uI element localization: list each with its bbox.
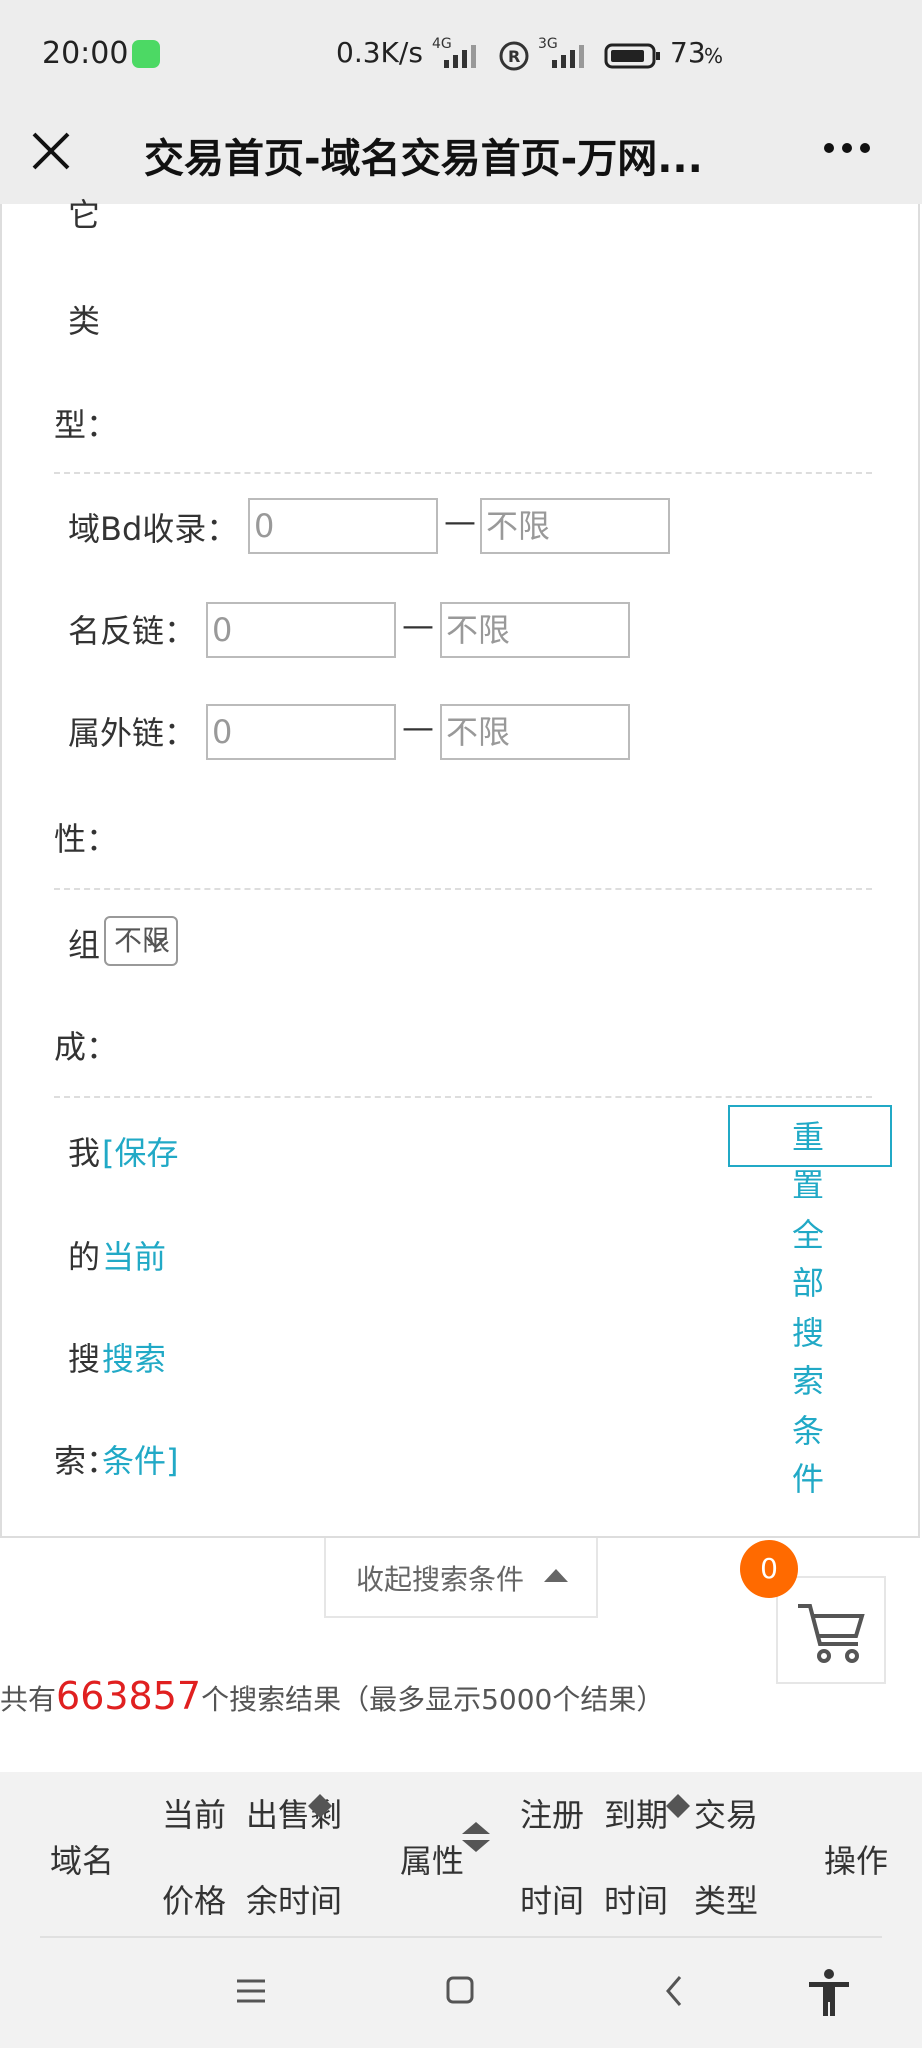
save-search-link[interactable]: 条件] (102, 1436, 179, 1482)
bd-index-min-input[interactable]: 0 (248, 498, 438, 554)
cart-button[interactable] (776, 1576, 886, 1684)
divider (54, 472, 872, 474)
column-attributes: 属性 (400, 1842, 465, 1880)
collapse-search-label: 收起搜索条件 (356, 1563, 525, 1596)
status-time: 20:00 (42, 36, 129, 71)
reset-button-char[interactable]: 全 (792, 1210, 824, 1256)
signal-2-icon (552, 45, 584, 68)
reset-button-char[interactable]: 置 (792, 1160, 824, 1206)
backlink-min-input[interactable]: 0 (206, 602, 396, 658)
battery-icon (604, 43, 660, 69)
caret-up-icon (544, 1569, 568, 1582)
range-separator: — (402, 606, 434, 644)
column-trade-type: 类型 (694, 1882, 759, 1920)
column-price[interactable]: 当前 (162, 1790, 226, 1836)
battery-level: 73 (670, 36, 706, 69)
column-domain: 域名 (50, 1842, 115, 1880)
composition-label-1: 组 (68, 926, 101, 964)
network-speed: 0.3K/s (336, 36, 423, 69)
composition-label-2: 成： (54, 1028, 119, 1066)
battery-unit: % (704, 44, 724, 68)
column-registration-time[interactable]: 注册 (520, 1790, 584, 1836)
reset-button-char[interactable]: 件 (792, 1454, 824, 1500)
reset-button-char[interactable]: 重 (792, 1112, 824, 1158)
external-link-min-input[interactable]: 0 (206, 704, 396, 760)
reset-button-char[interactable]: 部 (792, 1258, 824, 1304)
backlink-label: 名反链： (68, 612, 197, 650)
accessibility-icon[interactable] (806, 1968, 852, 2018)
page-title: 交易首页-域名交易首页-万网... (144, 136, 703, 182)
system-nav-bar (0, 1938, 922, 2048)
chevron-down-icon (145, 936, 167, 949)
sort-icon[interactable] (664, 1792, 692, 1820)
other-type-label-line2: 类 (68, 302, 101, 340)
my-search-label: 的 (68, 1238, 101, 1276)
attribute-label-end: 性： (54, 820, 119, 858)
search-filter-panel: 它 类 型： 域Bd收录： 0 — 不限 名反链： 0 — 不限 属外链： 0 … (0, 196, 920, 1538)
other-type-label-line3: 型： (54, 406, 119, 444)
home-icon[interactable] (446, 1976, 474, 2004)
column-expiry-time[interactable]: 时间 (604, 1876, 668, 1922)
status-bar: 20:00 0.3K/s 4G R 3G 73 % (0, 0, 922, 108)
column-expiry-time[interactable]: 到期 (604, 1790, 668, 1836)
my-search-label: 我 (68, 1134, 101, 1172)
sort-icon[interactable] (306, 1792, 334, 1820)
cart-icon (798, 1604, 865, 1663)
reset-button-char[interactable]: 条 (792, 1406, 824, 1452)
cart-count-badge: 0 (740, 1540, 798, 1598)
divider (54, 888, 872, 890)
range-separator: — (444, 502, 476, 540)
results-table-header: 域名 当前 价格 出售剩 余时间 属性 注册 时间 到期 时间 交易 类型 操作 (0, 1772, 922, 1938)
signal-1-icon (444, 45, 476, 68)
title-bar: 交易首页-域名交易首页-万网... (0, 108, 922, 204)
more-icon[interactable] (822, 138, 872, 158)
result-count: 663857 (56, 1674, 202, 1718)
roaming-icon: R (499, 41, 529, 71)
column-registration-time[interactable]: 时间 (520, 1876, 584, 1922)
divider (54, 1096, 872, 1098)
result-suffix: 个搜索结果（最多显示5000个结果） (201, 1683, 665, 1716)
svg-text:R: R (508, 47, 520, 66)
wechat-notification-icon (132, 40, 160, 68)
bd-index-max-input[interactable]: 不限 (480, 498, 670, 554)
bd-index-label: 域Bd收录： (68, 510, 239, 548)
collapse-search-button[interactable]: 收起搜索条件 (324, 1538, 598, 1618)
result-summary: 共有663857个搜索结果（最多显示5000个结果） (0, 1674, 664, 1718)
backlink-max-input[interactable]: 不限 (440, 602, 630, 658)
sort-icon[interactable] (460, 1820, 492, 1856)
my-search-label: 搜 (68, 1340, 101, 1378)
reset-button-char[interactable]: 索 (792, 1356, 824, 1402)
range-separator: — (402, 708, 434, 746)
menu-icon[interactable] (236, 1978, 266, 2004)
external-link-max-input[interactable]: 不限 (440, 704, 630, 760)
column-action: 操作 (824, 1842, 889, 1880)
other-type-label-line1: 它 (68, 196, 101, 234)
column-remaining-time[interactable]: 余时间 (246, 1876, 342, 1922)
close-icon[interactable] (30, 130, 74, 174)
result-prefix: 共有 (0, 1683, 57, 1716)
reset-button-char[interactable]: 搜 (792, 1308, 824, 1354)
save-search-link[interactable]: [保存 (102, 1128, 179, 1174)
save-search-link[interactable]: 搜索 (102, 1334, 166, 1380)
column-trade-type: 交易 (694, 1796, 759, 1834)
column-price[interactable]: 价格 (162, 1876, 226, 1922)
save-search-link[interactable]: 当前 (102, 1232, 166, 1278)
back-icon[interactable] (664, 1974, 684, 2008)
external-link-label: 属外链： (68, 714, 197, 752)
